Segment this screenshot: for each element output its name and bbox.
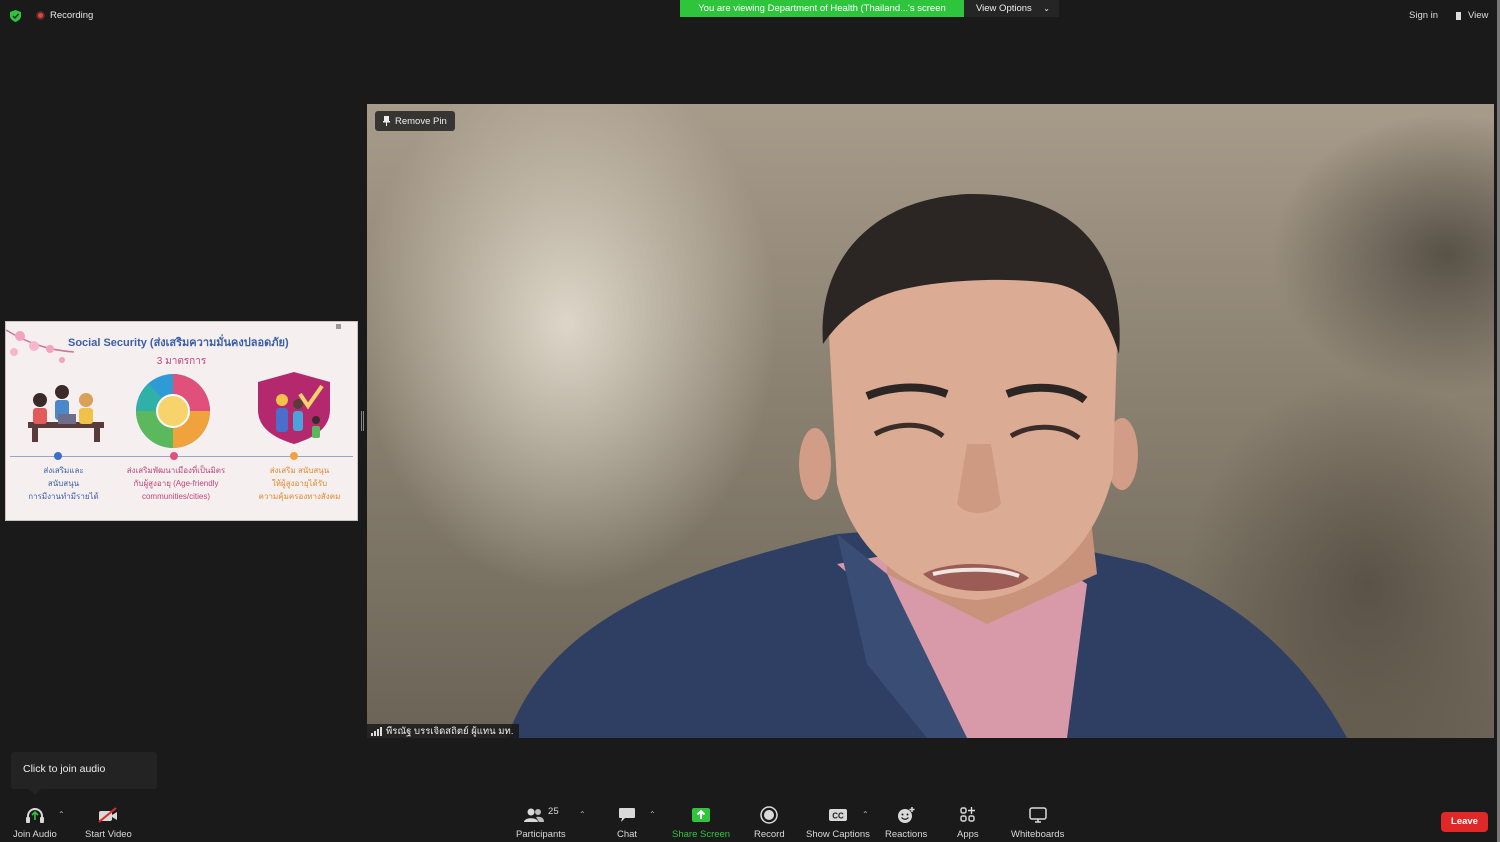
view-options-label: View Options <box>976 3 1032 14</box>
participant-name-tag: พีรณัฐ บรรเจิดสถิตย์ ผู้แทน มท. <box>367 724 520 738</box>
signal-strength-icon <box>371 726 382 736</box>
shield-icon[interactable] <box>10 10 21 22</box>
reactions-label: Reactions <box>885 829 928 840</box>
join-audio-button[interactable]: Join Audio <box>13 804 57 840</box>
meeting-toolbar: Join Audio ⌃ Start Video 25 Participants… <box>0 800 1500 842</box>
chat-icon <box>619 808 636 822</box>
recording-label: Recording <box>50 10 94 21</box>
leave-button[interactable]: Leave <box>1441 812 1488 832</box>
timeline-dot <box>54 452 62 460</box>
chat-button[interactable]: Chat <box>617 804 637 840</box>
share-screen-icon <box>692 808 711 822</box>
apps-button[interactable]: Apps <box>957 804 979 840</box>
record-label: Record <box>754 829 785 840</box>
share-screen-button[interactable]: Share Screen <box>672 804 730 840</box>
top-bar: Recording You are viewing Department of … <box>0 0 1500 30</box>
sign-in-button[interactable]: Sign in <box>1404 8 1443 23</box>
view-button[interactable]: View <box>1452 8 1492 23</box>
apps-label: Apps <box>957 829 979 840</box>
whiteboards-label: Whiteboards <box>1011 829 1065 840</box>
join-audio-tooltip[interactable]: Click to join audio <box>11 752 157 795</box>
chevron-down-icon: ⌄ <box>1043 4 1050 13</box>
recording-indicator[interactable]: Recording <box>36 10 93 21</box>
timeline-dot <box>290 452 298 460</box>
resize-handle[interactable] <box>361 411 364 431</box>
audio-options-caret-icon[interactable]: ⌃ <box>58 810 65 819</box>
viewing-banner: You are viewing Department of Health (Th… <box>680 0 964 17</box>
whiteboard-icon <box>1028 807 1047 823</box>
slide-subtitle: 3 มาตรการ <box>156 356 207 367</box>
slide-caption-3: ส่งเสริม สนับสนุน ให้ผู้สูงอายุได้รับ คว… <box>258 466 341 501</box>
people-working-illustration <box>28 385 104 442</box>
share-screen-label: Share Screen <box>672 829 731 840</box>
join-audio-label: Join Audio <box>13 829 57 840</box>
record-icon <box>760 806 779 824</box>
captions-cc-icon: CC <box>828 809 847 821</box>
show-captions-button[interactable]: CC Show Captions <box>806 804 870 840</box>
speaker-video-image <box>507 193 1347 738</box>
timeline-dot <box>170 452 178 460</box>
participants-icon <box>524 808 545 822</box>
participants-options-caret-icon[interactable]: ⌃ <box>579 810 586 819</box>
slide-caption-2: ส่งเสริมพัฒนาเมืองที่เป็นมิตร กับผู้สูงอ… <box>126 466 226 501</box>
participant-name: พีรณัฐ บรรเจิดสถิตย์ ผู้แทน มท. <box>386 725 514 737</box>
participants-button[interactable]: 25 Participants <box>516 804 566 841</box>
remove-pin-button[interactable]: Remove Pin <box>375 111 455 131</box>
reactions-emoji-icon <box>898 807 915 823</box>
start-video-label: Start Video <box>85 829 132 840</box>
video-off-icon <box>98 807 118 823</box>
recording-dot-icon <box>36 11 45 20</box>
pin-icon <box>383 116 390 126</box>
start-video-button[interactable]: Start Video <box>85 804 132 840</box>
shared-screen-thumbnail[interactable]: Social Security (ส่งเสริมความมั่นคงปลอดภ… <box>5 321 358 521</box>
svg-text:CC: CC <box>832 812 844 821</box>
reactions-button[interactable]: Reactions <box>885 804 927 840</box>
record-button[interactable]: Record <box>754 804 785 840</box>
view-label: View <box>1468 10 1489 21</box>
slide-caption-1: ส่งเสริมและ สนับสนุน การมีงานทำมีรายได้ <box>28 466 99 501</box>
measures-wheel-illustration <box>136 374 210 448</box>
view-layout-icon <box>1456 11 1464 20</box>
remove-pin-label: Remove Pin <box>395 115 447 127</box>
pinned-video-feed[interactable]: Remove Pin พีรณัฐ บรรเจิดสถิตย์ ผู้แทน ม… <box>367 104 1494 738</box>
headphones-icon <box>25 808 44 823</box>
slide-title: Social Security (ส่งเสริมความมั่นคงปลอดภ… <box>68 337 289 349</box>
family-shield-illustration <box>258 372 330 444</box>
whiteboards-button[interactable]: Whiteboards <box>1011 804 1064 840</box>
participants-label: Participants <box>516 829 566 840</box>
chat-label: Chat <box>617 829 638 840</box>
chat-options-caret-icon[interactable]: ⌃ <box>649 810 656 819</box>
thumbnail-close-icon[interactable] <box>336 324 341 329</box>
apps-icon <box>960 807 975 822</box>
captions-options-caret-icon[interactable]: ⌃ <box>862 810 869 819</box>
participants-count: 25 <box>548 805 559 817</box>
view-options-button[interactable]: View Options ⌄ <box>964 0 1059 17</box>
show-captions-label: Show Captions <box>806 829 870 840</box>
